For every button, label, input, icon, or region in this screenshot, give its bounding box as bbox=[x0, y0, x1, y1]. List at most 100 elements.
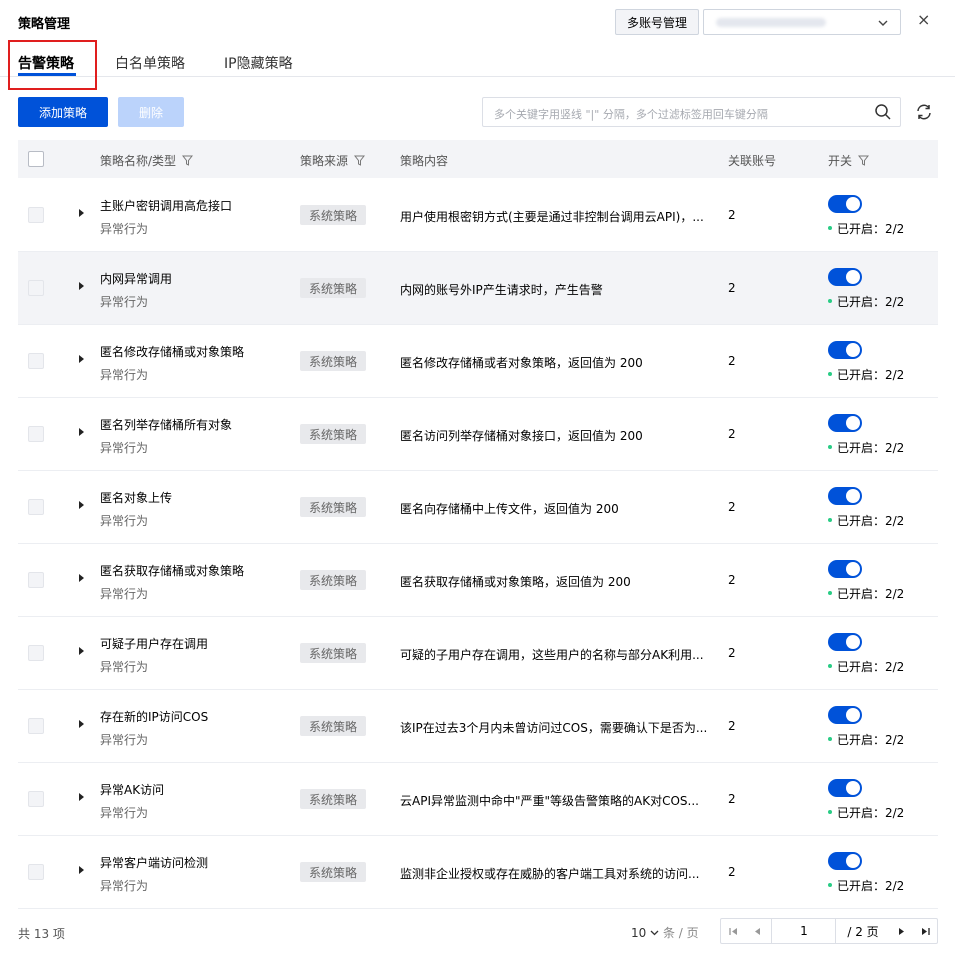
status-dot bbox=[828, 591, 832, 595]
pagination: 1 / 2 页 bbox=[720, 918, 938, 944]
switch-status: 已开启：2/2 bbox=[828, 220, 904, 237]
switch-status: 已开启：2/2 bbox=[828, 439, 904, 456]
prev-page-icon[interactable] bbox=[745, 919, 769, 943]
policy-type: 异常行为 bbox=[100, 733, 149, 747]
tabs-divider bbox=[0, 76, 955, 77]
source-tag: 系统策略 bbox=[300, 205, 366, 225]
table-row[interactable]: 异常客户端访问检测 异常行为 系统策略 监测非企业授权或存在威胁的客户端工具对系统的访… bbox=[18, 836, 938, 909]
policy-switch[interactable] bbox=[828, 852, 862, 870]
status-dot bbox=[828, 299, 832, 303]
policy-type: 异常行为 bbox=[100, 295, 149, 309]
close-icon[interactable]: × bbox=[917, 10, 930, 29]
policy-switch[interactable] bbox=[828, 706, 862, 724]
tab-whitelist-policy[interactable]: 白名单策略 bbox=[115, 53, 185, 73]
row-checkbox[interactable] bbox=[28, 791, 44, 807]
account-select-value bbox=[716, 18, 826, 27]
expand-arrow-icon[interactable] bbox=[79, 866, 84, 874]
status-dot bbox=[828, 445, 832, 449]
policy-switch[interactable] bbox=[828, 268, 862, 286]
column-header-name[interactable]: 策略名称/类型 bbox=[100, 152, 194, 169]
source-tag: 系统策略 bbox=[300, 570, 366, 590]
next-page-icon[interactable] bbox=[889, 919, 913, 943]
expand-arrow-icon[interactable] bbox=[79, 355, 84, 363]
column-header-source[interactable]: 策略来源 bbox=[300, 152, 366, 169]
policy-name: 匿名修改存储桶或对象策略 bbox=[100, 345, 245, 359]
refresh-icon[interactable] bbox=[915, 103, 933, 125]
table-row[interactable]: 异常AK访问 异常行为 系统策略 云API异常监测中命中"严重"等级告警策略的AK对C… bbox=[18, 763, 938, 836]
policy-switch[interactable] bbox=[828, 195, 862, 213]
policy-type: 异常行为 bbox=[100, 587, 149, 601]
row-checkbox[interactable] bbox=[28, 718, 44, 734]
switch-status: 已开启：2/2 bbox=[828, 512, 904, 529]
delete-button[interactable]: 删除 bbox=[118, 97, 184, 127]
row-checkbox[interactable] bbox=[28, 864, 44, 880]
total-pages: / 2 页 bbox=[847, 924, 879, 939]
expand-arrow-icon[interactable] bbox=[79, 647, 84, 655]
row-checkbox[interactable] bbox=[28, 353, 44, 369]
expand-arrow-icon[interactable] bbox=[79, 209, 84, 217]
policy-content: 匿名修改存储桶或者对象策略，返回值为 200 bbox=[400, 356, 643, 370]
expand-arrow-icon[interactable] bbox=[79, 428, 84, 436]
expand-arrow-icon[interactable] bbox=[79, 282, 84, 290]
policy-type: 异常行为 bbox=[100, 879, 149, 893]
policy-switch[interactable] bbox=[828, 633, 862, 651]
table-row[interactable]: 可疑子用户存在调用 异常行为 系统策略 可疑的子用户存在调用，这些用户的名称与部分AK… bbox=[18, 617, 938, 690]
linked-accounts: 2 bbox=[728, 427, 736, 441]
tab-ip-hide-policy[interactable]: IP隐藏策略 bbox=[224, 53, 293, 73]
policy-name: 主账户密钥调用高危接口 bbox=[100, 199, 233, 213]
policy-name: 匿名列举存储桶所有对象 bbox=[100, 418, 233, 432]
last-page-icon[interactable] bbox=[913, 919, 937, 943]
table-row[interactable]: 匿名获取存储桶或对象策略 异常行为 系统策略 匿名获取存储桶或对象策略，返回值为 20… bbox=[18, 544, 938, 617]
expand-arrow-icon[interactable] bbox=[79, 793, 84, 801]
search-icon[interactable] bbox=[874, 103, 892, 125]
source-tag: 系统策略 bbox=[300, 716, 366, 736]
policy-switch[interactable] bbox=[828, 414, 862, 432]
row-checkbox[interactable] bbox=[28, 207, 44, 223]
policy-name: 匿名获取存储桶或对象策略 bbox=[100, 564, 245, 578]
first-page-icon[interactable] bbox=[721, 919, 745, 943]
table-row[interactable]: 匿名列举存储桶所有对象 异常行为 系统策略 匿名访问列举存储桶对象接口，返回值为 20… bbox=[18, 398, 938, 471]
switch-status: 已开启：2/2 bbox=[828, 731, 904, 748]
policy-switch[interactable] bbox=[828, 341, 862, 359]
column-header-content: 策略内容 bbox=[400, 154, 449, 168]
policy-name: 异常客户端访问检测 bbox=[100, 856, 209, 870]
account-select[interactable] bbox=[703, 9, 901, 35]
filter-icon[interactable] bbox=[182, 155, 194, 169]
expand-arrow-icon[interactable] bbox=[79, 720, 84, 728]
table-row[interactable]: 匿名对象上传 异常行为 系统策略 匿名向存储桶中上传文件，返回值为 200 2 已开启：2… bbox=[18, 471, 938, 544]
filter-icon[interactable] bbox=[857, 155, 870, 169]
select-all-checkbox[interactable] bbox=[28, 151, 44, 167]
table-row[interactable]: 主账户密钥调用高危接口 异常行为 系统策略 用户使用根密钥方式(主要是通过非控制台调用… bbox=[18, 179, 938, 252]
table-row[interactable]: 内网异常调用 异常行为 系统策略 内网的账号外IP产生请求时，产生告警 2 已开启：2/2 bbox=[18, 252, 938, 325]
status-dot bbox=[828, 883, 832, 887]
row-checkbox[interactable] bbox=[28, 280, 44, 296]
row-checkbox[interactable] bbox=[28, 572, 44, 588]
status-dot bbox=[828, 518, 832, 522]
filter-icon[interactable] bbox=[353, 155, 366, 169]
policy-switch[interactable] bbox=[828, 779, 862, 797]
policy-switch[interactable] bbox=[828, 560, 862, 578]
page-size-select[interactable]: 10 条 / 页 bbox=[631, 924, 699, 941]
page-number-input[interactable]: 1 bbox=[773, 919, 835, 943]
row-checkbox[interactable] bbox=[28, 499, 44, 515]
policy-name: 匿名对象上传 bbox=[100, 491, 173, 505]
policy-type: 异常行为 bbox=[100, 806, 149, 820]
search-input[interactable]: 多个关键字用竖线 "|" 分隔，多个过滤标签用回车键分隔 bbox=[482, 97, 901, 127]
row-checkbox[interactable] bbox=[28, 645, 44, 661]
linked-accounts: 2 bbox=[728, 646, 736, 660]
column-header-switch[interactable]: 开关 bbox=[828, 152, 870, 169]
table-row[interactable]: 存在新的IP访问COS 异常行为 系统策略 该IP在过去3个月内未曾访问过COS，需要… bbox=[18, 690, 938, 763]
linked-accounts: 2 bbox=[728, 500, 736, 514]
policy-name: 存在新的IP访问COS bbox=[100, 710, 209, 724]
expand-arrow-icon[interactable] bbox=[79, 501, 84, 509]
add-policy-button[interactable]: 添加策略 bbox=[18, 97, 108, 127]
table-row[interactable]: 匿名修改存储桶或对象策略 异常行为 系统策略 匿名修改存储桶或者对象策略，返回值为 2… bbox=[18, 325, 938, 398]
policy-switch[interactable] bbox=[828, 487, 862, 505]
row-checkbox[interactable] bbox=[28, 426, 44, 442]
expand-arrow-icon[interactable] bbox=[79, 574, 84, 582]
policy-content: 云API异常监测中命中"严重"等级告警策略的AK对COS... bbox=[400, 794, 699, 808]
linked-accounts: 2 bbox=[728, 719, 736, 733]
multi-account-button[interactable]: 多账号管理 bbox=[615, 9, 699, 35]
linked-accounts: 2 bbox=[728, 792, 736, 806]
linked-accounts: 2 bbox=[728, 865, 736, 879]
